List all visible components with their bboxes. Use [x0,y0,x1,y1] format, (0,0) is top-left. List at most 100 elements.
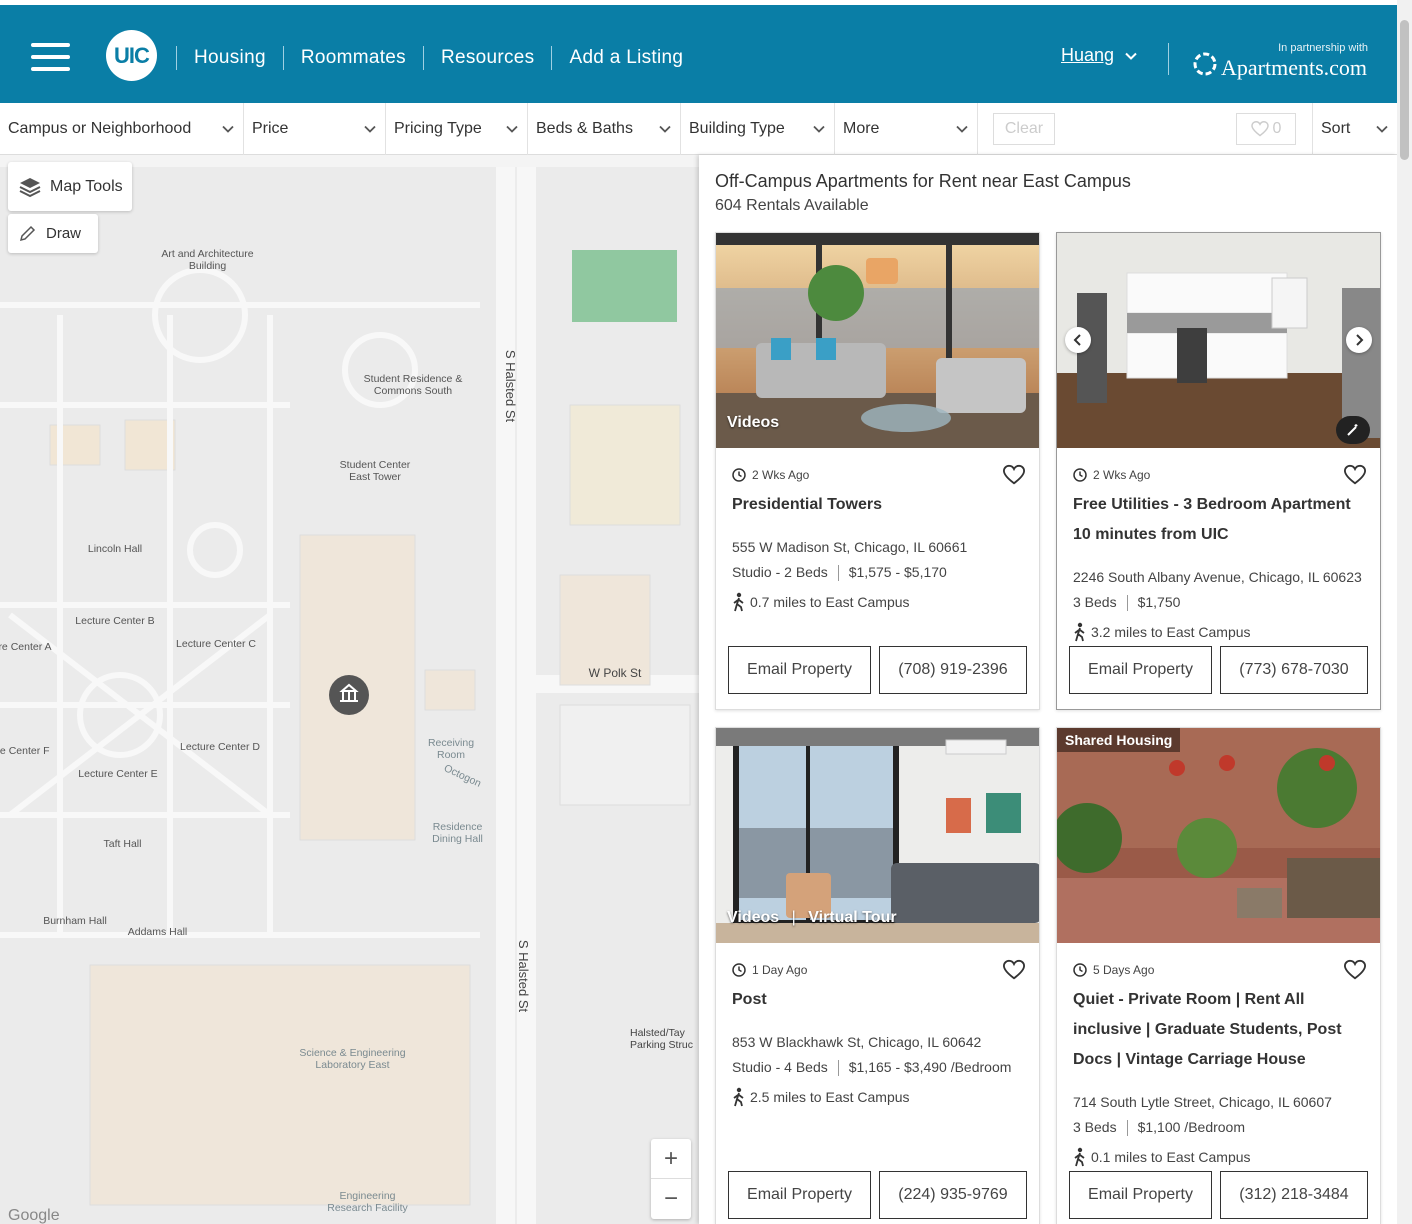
sort-label: Sort [1321,120,1351,137]
page-title: Off-Campus Apartments for Rent near East… [715,171,1131,191]
nav-add-listing[interactable]: Add a Listing [552,47,700,69]
email-property-button[interactable]: Email Property [1069,1171,1212,1219]
courtyard-photo [1057,728,1380,943]
listing-card[interactable]: Videos | Virtual Tour 1 Day Ago Post 853… [715,727,1040,1224]
map-label: Engineering Research Facility [327,1190,408,1214]
heart-icon [1250,121,1269,137]
listing-photo[interactable] [1057,233,1380,448]
divider [1168,43,1169,75]
listing-distance: 0.1 miles to East Campus [1073,1147,1251,1167]
next-photo-button[interactable] [1346,327,1372,353]
clock-icon [732,963,746,977]
listing-distance: 2.5 miles to East Campus [732,1087,910,1107]
zoom-in-button[interactable]: + [651,1139,691,1179]
posted-time-text: 2 Wks Ago [1093,468,1151,482]
partner-caption: In partnership with [1278,42,1368,54]
favorites-button[interactable]: 0 [1236,113,1296,145]
user-menu[interactable]: Huang [1061,45,1138,66]
listing-beds-price: 3 Beds $1,750 [1073,594,1180,612]
user-name[interactable]: Huang [1061,45,1114,66]
email-property-button[interactable]: Email Property [728,646,871,694]
filter-label: More [843,120,880,137]
listing-beds-price: Studio - 4 Beds $1,165 - $3,490 /Bedroom [732,1059,1012,1077]
distance-text: 2.5 miles to East Campus [750,1089,910,1105]
email-property-button[interactable]: Email Property [728,1171,871,1219]
map-label: Residence Dining Hall [432,821,483,845]
listing-photo[interactable]: Videos [716,233,1039,448]
filter-label: Campus or Neighborhood [8,120,192,137]
posted-time: 2 Wks Ago [1073,468,1150,482]
listing-title[interactable]: Post [732,985,1025,1015]
map-label: Student Residence & Commons South [363,373,463,397]
distance-text: 3.2 miles to East Campus [1091,624,1251,640]
kitchen-photo [1057,233,1380,448]
street-label: S Halsted St [516,939,531,1013]
phone-button[interactable]: (312) 218-3484 [1220,1171,1368,1219]
phone-button[interactable]: (708) 919-2396 [879,646,1027,694]
listing-price: $1,100 /Bedroom [1137,1119,1245,1135]
map-panel[interactable]: Art and Architecture Building Student Re… [0,155,699,1224]
listing-address: 853 W Blackhawk St, Chicago, IL 60642 [732,1034,982,1050]
listing-card[interactable]: Videos 2 Wks Ago Presidential Towers 555… [715,232,1040,710]
listing-photo[interactable]: Videos | Virtual Tour [716,728,1039,943]
listing-beds: Studio - 4 Beds [732,1059,828,1075]
menu-icon[interactable] [31,43,71,71]
page-scrollbar[interactable] [1397,0,1412,1224]
prev-photo-button[interactable] [1065,327,1091,353]
listing-title[interactable]: Free Utilities - 3 Bedroom Apartment 10 … [1073,490,1366,550]
chevron-down-icon [364,125,376,133]
sort-dropdown[interactable]: Sort [1312,103,1397,155]
nav-resources[interactable]: Resources [424,47,552,69]
chevron-down-icon [222,125,234,133]
scrollbar-thumb[interactable] [1400,20,1409,160]
filter-campus-neighborhood[interactable]: Campus or Neighborhood [0,103,244,155]
chevron-down-icon [956,125,968,133]
listing-photo[interactable]: Shared Housing [1057,728,1380,943]
map-label: Lecture Center E [78,768,158,780]
filter-price[interactable]: Price [244,103,386,155]
phone-button[interactable]: (773) 678-7030 [1220,646,1368,694]
listing-title[interactable]: Presidential Towers [732,490,1025,520]
heart-icon[interactable] [1344,464,1366,486]
walking-icon [1074,1147,1085,1167]
listing-price: $1,575 - $5,170 [848,564,947,580]
zoom-out-button[interactable]: − [651,1179,691,1219]
clock-icon [732,468,746,482]
top-navigation-bar: UIC Housing Roommates Resources Add a Li… [0,5,1397,103]
listing-address: 2246 South Albany Avenue, Chicago, IL 60… [1073,569,1362,585]
shared-housing-badge: Shared Housing [1057,728,1181,752]
draw-label: Draw [46,225,82,242]
listing-card[interactable]: 2 Wks Ago Free Utilities - 3 Bedroom Apa… [1056,232,1381,710]
distance-text: 0.7 miles to East Campus [750,594,910,610]
nav-housing[interactable]: Housing [177,47,283,69]
draw-button[interactable]: Draw [8,214,98,253]
map-label: Student Center East Tower [339,459,411,483]
chevron-down-icon [813,125,825,133]
nav-roommates[interactable]: Roommates [284,47,423,69]
listing-price: $1,165 - $3,490 /Bedroom [848,1059,1012,1075]
map-tools-button[interactable]: Map Tools [8,162,132,211]
clear-filters-button[interactable]: Clear [993,113,1055,145]
apartments-com-partner-logo[interactable]: In partnership with Apartments.com [1193,38,1378,80]
map-label: re Center A [0,641,52,653]
filter-label: Beds & Baths [536,120,633,137]
magic-wand-icon [1347,424,1358,436]
filter-beds-baths[interactable]: Beds & Baths [528,103,681,155]
media-tag: Videos [727,414,780,431]
heart-icon[interactable] [1344,959,1366,981]
filter-building-type[interactable]: Building Type [681,103,835,155]
ai-enhance-button[interactable] [1336,416,1370,444]
filter-pricing-type[interactable]: Pricing Type [386,103,528,155]
uic-logo[interactable]: UIC [106,30,157,81]
phone-button[interactable]: (224) 935-9769 [879,1171,1027,1219]
chevron-down-icon [506,125,518,133]
heart-icon[interactable] [1003,959,1025,981]
filter-more[interactable]: More [835,103,978,155]
posted-time-text: 5 Days Ago [1093,963,1155,977]
heart-icon[interactable] [1003,464,1025,486]
chevron-left-icon [1073,334,1081,346]
listing-title[interactable]: Quiet - Private Room | Rent All inclusiv… [1073,985,1366,1075]
filter-label: Pricing Type [394,120,482,137]
listing-card[interactable]: Shared Housing 5 Days Ago Quiet - Privat… [1056,727,1381,1224]
email-property-button[interactable]: Email Property [1069,646,1212,694]
